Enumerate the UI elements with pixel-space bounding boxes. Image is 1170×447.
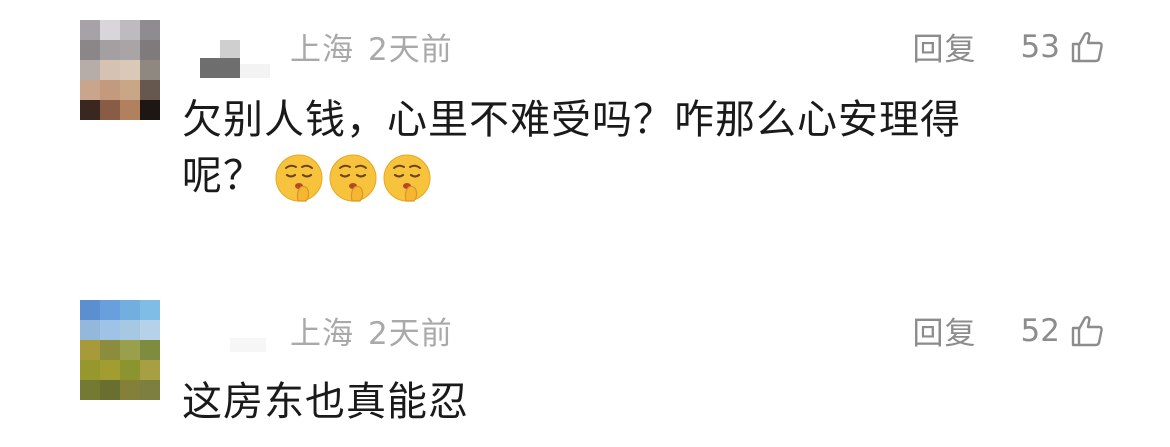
comment-text-line: 这房东也真能忍 [182, 379, 469, 425]
like-count: 52 [1020, 312, 1060, 349]
comment-text: 这房东也真能忍 [182, 374, 1082, 430]
location-label: 上海 [290, 32, 354, 68]
timestamp: 2天前 [368, 32, 453, 68]
comment-item: 上海 2天前 回复 52 这房东也真能忍 [0, 296, 1170, 447]
reply-button[interactable]: 回复 [913, 308, 977, 353]
comment-text-line-2-text: 呢？ [182, 153, 264, 199]
like-button[interactable] [1070, 314, 1104, 348]
comment-list: 上海 2天前 回复 53 欠别人钱，心里不难受吗？咋那么心安理得 呢？ 上海 2… [0, 0, 1170, 447]
comment-meta: 上海 2天前 [290, 308, 453, 353]
shushing-face-icon [275, 154, 323, 202]
comment-text-line: 欠别人钱，心里不难受吗？咋那么心安理得 [182, 97, 961, 143]
emoji-row [274, 153, 436, 203]
comment-actions: 回复 52 [913, 308, 1104, 353]
username[interactable] [200, 336, 270, 360]
comment-text-line-2: 呢？ [182, 148, 1082, 204]
comment-meta: 上海 2天前 [290, 24, 453, 69]
timestamp: 2天前 [368, 316, 453, 352]
reply-button[interactable]: 回复 [913, 24, 977, 69]
location-label: 上海 [290, 316, 354, 352]
avatar[interactable] [80, 20, 160, 120]
like-button[interactable] [1070, 30, 1104, 64]
like-count: 53 [1020, 28, 1060, 65]
shushing-face-icon [329, 154, 377, 202]
thumbs-up-icon [1071, 31, 1103, 62]
thumbs-up-icon [1071, 315, 1103, 346]
comment-text: 欠别人钱，心里不难受吗？咋那么心安理得 呢？ [182, 92, 1082, 204]
avatar[interactable] [80, 300, 160, 400]
shushing-face-icon [383, 154, 431, 202]
comment-item: 上海 2天前 回复 53 欠别人钱，心里不难受吗？咋那么心安理得 呢？ [0, 0, 1170, 260]
comment-actions: 回复 53 [913, 24, 1104, 69]
username[interactable] [200, 40, 270, 82]
